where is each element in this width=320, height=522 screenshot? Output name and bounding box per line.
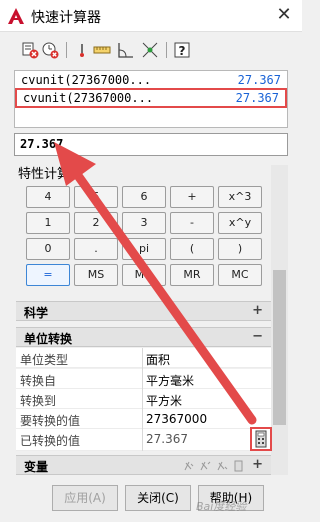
key-plus[interactable]: + bbox=[170, 186, 214, 208]
convert-to-row[interactable]: 转换到 平方米 bbox=[16, 389, 271, 409]
close-button[interactable]: 关闭(C) bbox=[125, 485, 191, 511]
prop-value: 27.367 bbox=[146, 432, 188, 446]
key-3[interactable]: 3 bbox=[122, 212, 166, 234]
distance-icon[interactable] bbox=[92, 40, 112, 60]
history-panel[interactable]: cvunit(27367000... 27.367 cvunit(2736700… bbox=[14, 70, 288, 128]
prop-label: 单位类型 bbox=[20, 353, 69, 367]
key-equals[interactable]: = bbox=[26, 264, 70, 286]
properties-section-title: 特性计算 bbox=[18, 167, 71, 182]
expression-input[interactable]: 27.367 bbox=[14, 133, 288, 156]
key-4[interactable]: 4 bbox=[26, 186, 70, 208]
key-minus[interactable]: - bbox=[170, 212, 214, 234]
unit-conversion-section-header[interactable]: 单位转换 − bbox=[16, 327, 271, 347]
key-5[interactable]: 5 bbox=[74, 186, 118, 208]
prop-label: 要转换的值 bbox=[20, 414, 81, 428]
history-result: 27.367 bbox=[235, 91, 279, 105]
expand-icon[interactable]: + bbox=[252, 457, 263, 472]
key-memory-add[interactable]: M+ bbox=[122, 264, 166, 286]
clear-icon[interactable] bbox=[20, 40, 40, 60]
property-column-divider bbox=[142, 348, 143, 451]
key-6[interactable]: 6 bbox=[122, 186, 166, 208]
angle-icon[interactable] bbox=[116, 40, 136, 60]
converted-value-row: 已转换的值 27.367 bbox=[16, 429, 271, 451]
toolbar: ? bbox=[0, 34, 302, 66]
return-to-calculator-button[interactable] bbox=[250, 427, 272, 451]
key-close-paren[interactable]: ) bbox=[218, 238, 262, 260]
key-power[interactable]: x^y bbox=[218, 212, 262, 234]
key-2[interactable]: 2 bbox=[74, 212, 118, 234]
key-0[interactable]: 0 bbox=[26, 238, 70, 260]
svg-text:?: ? bbox=[179, 44, 186, 58]
key-pi[interactable]: pi bbox=[122, 238, 166, 260]
key-1[interactable]: 1 bbox=[26, 212, 70, 234]
clear-history-icon[interactable] bbox=[40, 40, 60, 60]
key-memory-clear[interactable]: MC bbox=[218, 264, 262, 286]
section-label: 变量 bbox=[24, 460, 49, 474]
autocad-logo-icon bbox=[8, 8, 24, 24]
prop-label: 转换自 bbox=[20, 374, 57, 388]
toolbar-separator bbox=[66, 42, 67, 58]
calculator-icon bbox=[255, 430, 267, 448]
history-expression: cvunit(27367000... bbox=[23, 91, 154, 105]
get-coordinates-icon[interactable] bbox=[72, 40, 92, 60]
collapse-icon[interactable]: − bbox=[252, 329, 263, 344]
scrollbar-thumb[interactable] bbox=[273, 270, 286, 425]
expand-icon[interactable]: + bbox=[252, 303, 263, 318]
apply-button[interactable]: 应用(A) bbox=[52, 485, 118, 511]
prop-value[interactable]: 面积 bbox=[146, 351, 170, 368]
close-window-button[interactable]: ✕ bbox=[272, 4, 296, 28]
help-icon[interactable]: ? bbox=[172, 40, 192, 60]
prop-value[interactable]: 平方米 bbox=[146, 392, 182, 409]
value-to-convert-row[interactable]: 要转换的值 27367000 bbox=[16, 409, 271, 429]
prop-label: 转换到 bbox=[20, 394, 57, 408]
prop-value[interactable]: 27367000 bbox=[146, 412, 207, 426]
key-memory-recall[interactable]: MR bbox=[170, 264, 214, 286]
key-memory-store[interactable]: MS bbox=[74, 264, 118, 286]
prop-value[interactable]: 平方毫米 bbox=[146, 372, 194, 389]
convert-from-row[interactable]: 转换自 平方毫米 bbox=[16, 369, 271, 389]
unit-type-row[interactable]: 单位类型 面积 bbox=[16, 348, 271, 368]
section-label: 单位转换 bbox=[24, 332, 73, 346]
history-result: 27.367 bbox=[237, 73, 281, 87]
watermark: Bai度经验 bbox=[196, 500, 247, 513]
toolbar-separator bbox=[166, 42, 167, 58]
section-label: 科学 bbox=[24, 306, 49, 320]
variable-tools-icons bbox=[184, 460, 243, 472]
intersection-icon[interactable] bbox=[140, 40, 160, 60]
key-cube[interactable]: x^3 bbox=[218, 186, 262, 208]
expression-input-value: 27.367 bbox=[20, 137, 64, 151]
prop-label: 已转换的值 bbox=[20, 434, 81, 448]
key-decimal[interactable]: . bbox=[74, 238, 118, 260]
key-open-paren[interactable]: ( bbox=[170, 238, 214, 260]
history-expression: cvunit(27367000... bbox=[21, 73, 152, 87]
history-row-highlighted[interactable]: cvunit(27367000... 27.367 bbox=[15, 88, 287, 108]
window-title: 快速计算器 bbox=[31, 10, 101, 26]
scientific-section-header[interactable]: 科学 + bbox=[16, 301, 271, 321]
